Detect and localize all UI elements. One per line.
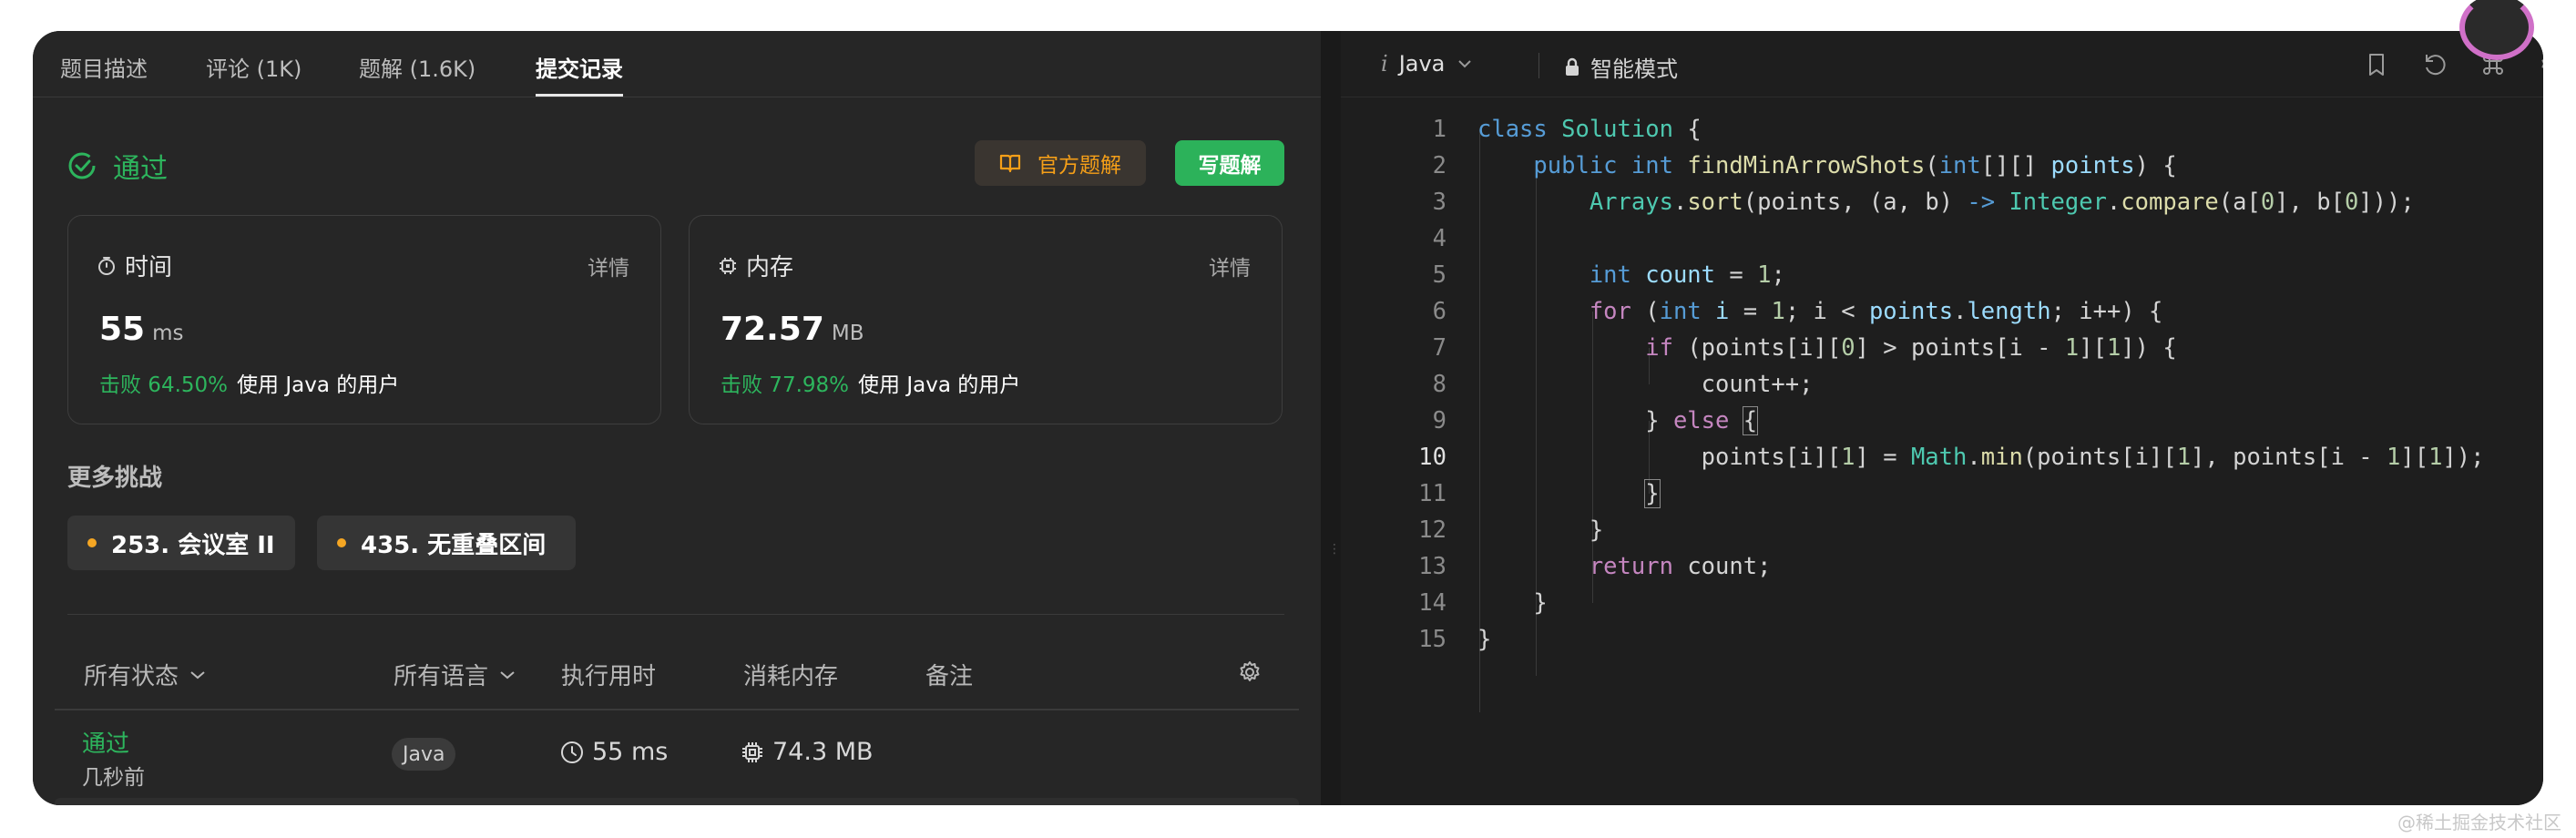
runtime-card: 时间 详情 55 ms 击败 64.50% 使用 Java 的用户 xyxy=(67,215,661,424)
memory-number: 72.57 xyxy=(721,311,824,348)
memory-beat-users: 使用 Java 的用户 xyxy=(858,373,1021,397)
submission-runtime: 55 ms xyxy=(559,738,668,766)
difficulty-dot xyxy=(337,538,346,547)
line-number: 11 xyxy=(1418,480,1446,507)
challenge-label: 253. 会议室 II xyxy=(111,531,275,559)
runtime-detail-link[interactable]: 详情 xyxy=(588,250,629,281)
tab-solutions[interactable]: 题解 (1.6K) xyxy=(359,51,475,97)
result-status: 通过 xyxy=(67,148,168,185)
memory-beat: 击败 77.98% 使用 Java 的用户 xyxy=(721,367,1020,398)
left-panel: 题目描述 评论 (1K) 题解 (1.6K) 提交记录 通过 官方题解 写题解 … xyxy=(33,31,1321,805)
runtime-beat-percent: 击败 64.50% xyxy=(99,373,229,397)
check-circle-icon xyxy=(68,152,96,179)
submission-memory: 74.3 MB xyxy=(740,738,874,766)
line-number: 12 xyxy=(1418,516,1446,544)
runtime-number: 55 xyxy=(99,311,146,348)
col-memory: 消耗内存 xyxy=(743,663,839,690)
status-text: 通过 xyxy=(113,153,168,185)
book-icon xyxy=(999,154,1021,173)
app-window: 题目描述 评论 (1K) 题解 (1.6K) 提交记录 通过 官方题解 写题解 … xyxy=(33,31,2543,805)
line-number: 1 xyxy=(1432,116,1446,143)
difficulty-dot xyxy=(87,538,97,547)
language-badge: Java xyxy=(392,738,456,771)
tab-bar: 题目描述 评论 (1K) 题解 (1.6K) 提交记录 xyxy=(33,31,1321,97)
editor-toolbar: i Java 智能模式 xyxy=(1341,31,2543,97)
runtime-card-header: 时间 xyxy=(96,249,172,282)
challenge-chip-253[interactable]: 253. 会议室 II xyxy=(67,516,295,570)
timer-icon xyxy=(98,256,115,275)
tab-description[interactable]: 题目描述 xyxy=(60,51,148,97)
section-divider xyxy=(67,614,1284,615)
filter-language-label: 所有语言 xyxy=(394,663,489,690)
code-editor-panel: i Java 智能模式 1 class Solution { 2 public i… xyxy=(1341,31,2543,805)
chip-icon xyxy=(720,257,736,274)
tab-submissions[interactable]: 提交记录 xyxy=(536,51,623,97)
runtime-beat: 击败 64.50% 使用 Java 的用户 xyxy=(99,367,399,398)
chevron-down-icon xyxy=(1458,60,1472,68)
line-number: 10 xyxy=(1418,444,1446,471)
table-row[interactable] xyxy=(55,798,1299,805)
drag-grip-icon: ⋮ xyxy=(1328,542,1341,557)
col-runtime: 执行用时 xyxy=(561,663,657,690)
submission-status-link[interactable]: 通过 xyxy=(82,725,129,759)
settings-icon[interactable] xyxy=(2538,51,2543,78)
submission-runtime-value: 55 ms xyxy=(592,738,669,766)
official-solution-label: 官方题解 xyxy=(1038,154,1121,178)
gear-icon[interactable] xyxy=(1237,659,1262,685)
reset-icon[interactable] xyxy=(2421,51,2448,78)
runtime-value: 55 ms xyxy=(99,311,184,348)
chevron-down-icon xyxy=(190,670,205,679)
submission-memory-value: 74.3 MB xyxy=(772,738,874,766)
smart-mode-toggle[interactable]: 智能模式 xyxy=(1563,51,1678,83)
language-select-value: Java xyxy=(1398,51,1446,77)
challenge-label: 435. 无重叠区间 xyxy=(361,531,547,559)
table-header-divider xyxy=(55,709,1299,710)
official-solution-button[interactable]: 官方题解 xyxy=(975,140,1146,186)
line-number: 3 xyxy=(1432,189,1446,216)
memory-unit: MB xyxy=(831,322,864,345)
memory-beat-percent: 击败 77.98% xyxy=(721,373,850,397)
line-number: 7 xyxy=(1432,334,1446,362)
line-number: 8 xyxy=(1432,371,1446,398)
lock-icon xyxy=(1566,57,1579,76)
line-number: 14 xyxy=(1418,589,1446,617)
more-challenges-title: 更多挑战 xyxy=(67,465,163,492)
write-solution-button[interactable]: 写题解 xyxy=(1175,140,1284,186)
memory-detail-link[interactable]: 详情 xyxy=(1209,250,1251,281)
line-number: 5 xyxy=(1432,261,1446,289)
smart-mode-label: 智能模式 xyxy=(1590,56,1678,82)
language-select[interactable]: i Java xyxy=(1381,51,1474,77)
runtime-card-title: 时间 xyxy=(125,254,173,281)
col-notes: 备注 xyxy=(925,663,974,690)
line-number: 6 xyxy=(1432,298,1446,325)
filter-status-label: 所有状态 xyxy=(84,663,179,690)
memory-value: 72.57 MB xyxy=(721,311,864,348)
memory-card-title: 内存 xyxy=(746,254,794,281)
filter-status-dropdown[interactable]: 所有状态 xyxy=(84,658,208,691)
memory-card-header: 内存 xyxy=(717,249,793,282)
line-number: 9 xyxy=(1432,407,1446,434)
clock-icon xyxy=(561,741,583,763)
watermark: @稀土掘金技术社区 xyxy=(2397,812,2561,833)
line-number: 15 xyxy=(1418,626,1446,653)
line-number: 13 xyxy=(1418,553,1446,580)
panel-resize-handle[interactable]: ⋮ xyxy=(1321,31,1341,805)
memory-card: 内存 详情 72.57 MB 击败 77.98% 使用 Java 的用户 xyxy=(689,215,1283,424)
chip-icon xyxy=(742,741,762,762)
filter-language-dropdown[interactable]: 所有语言 xyxy=(394,658,517,691)
toolbar-separator xyxy=(1538,53,1539,78)
submission-time: 几秒前 xyxy=(82,766,145,790)
challenge-chip-435[interactable]: 435. 无重叠区间 xyxy=(317,516,576,570)
tab-comments[interactable]: 评论 (1K) xyxy=(206,51,302,97)
runtime-beat-users: 使用 Java 的用户 xyxy=(237,373,400,397)
line-number: 2 xyxy=(1432,152,1446,179)
line-number: 4 xyxy=(1432,225,1446,252)
bookmark-icon[interactable] xyxy=(2363,51,2390,78)
italic-i-icon: i xyxy=(1381,51,1388,77)
runtime-unit: ms xyxy=(152,322,184,345)
chevron-down-icon xyxy=(500,670,515,679)
